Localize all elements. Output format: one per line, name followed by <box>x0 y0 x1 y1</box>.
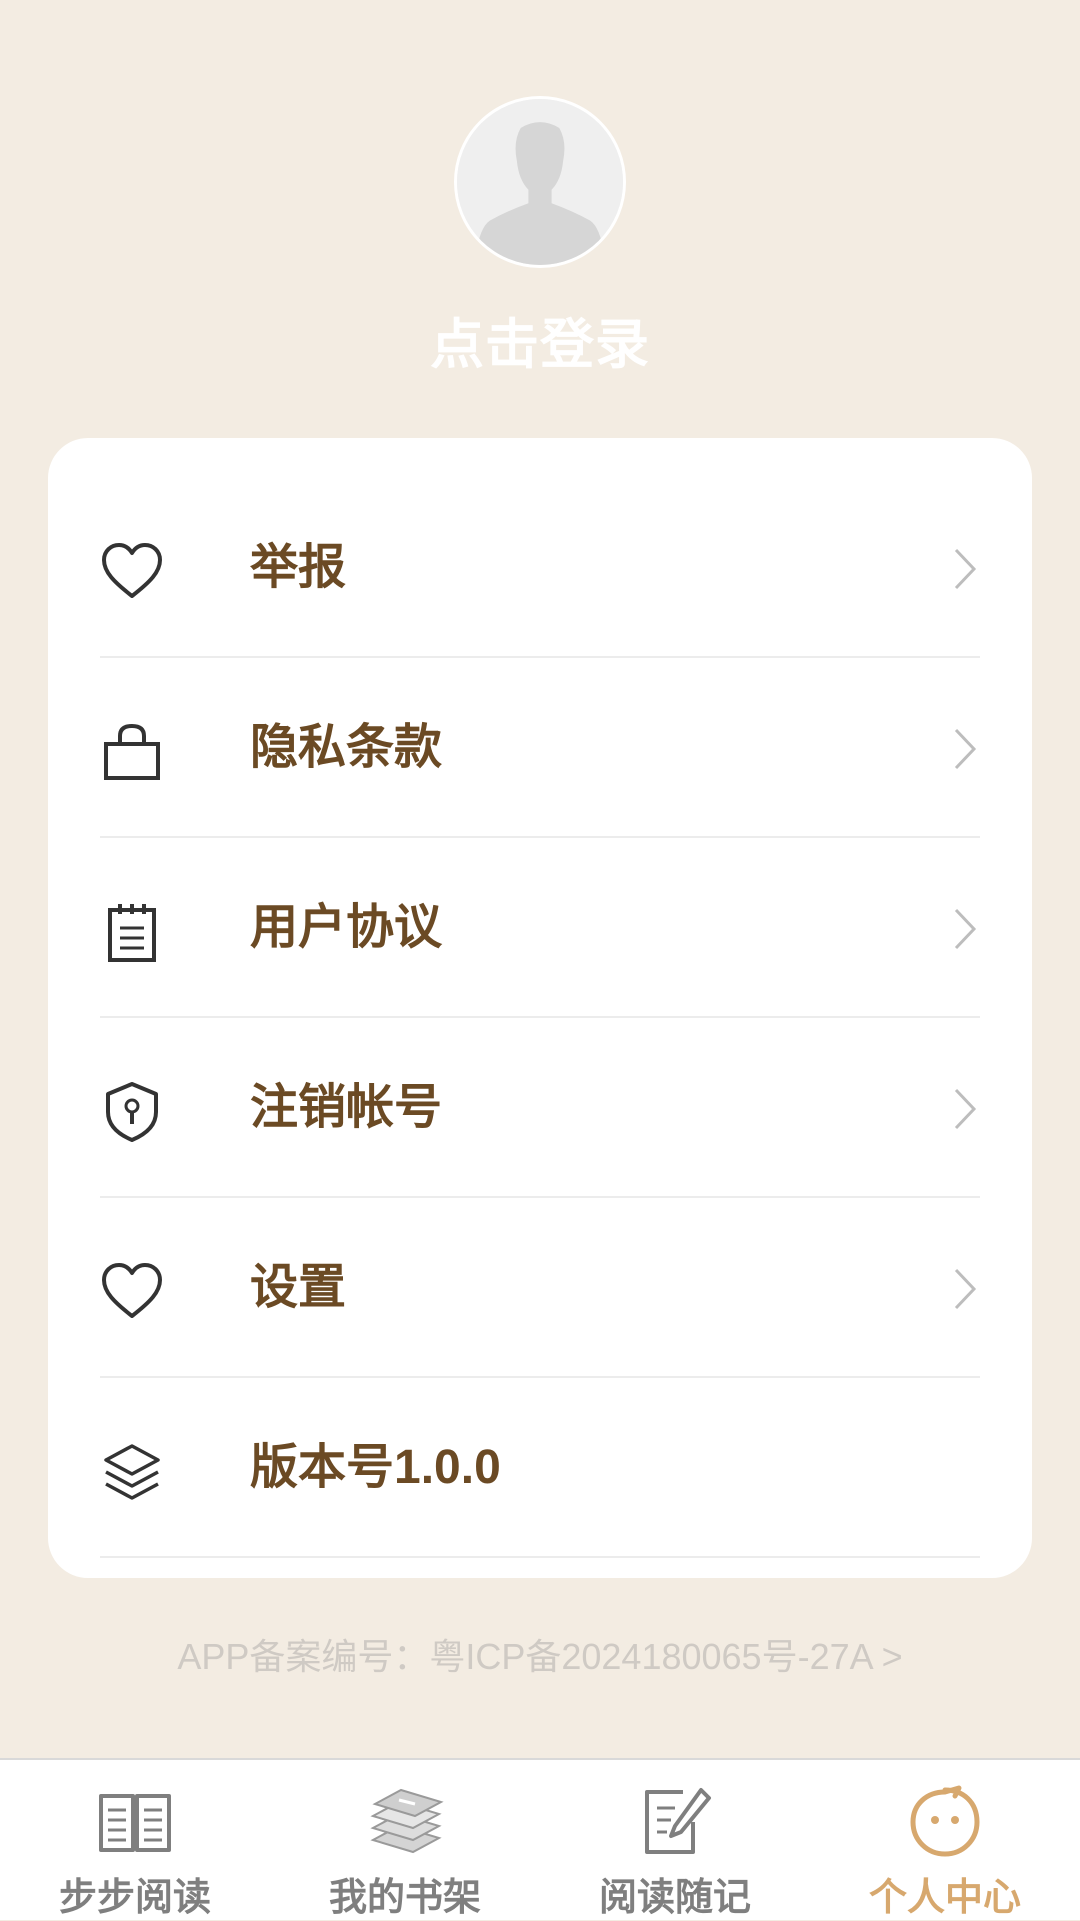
tab-notes[interactable]: 阅读随记 <box>540 1760 810 1920</box>
tab-label: 个人中心 <box>868 1877 1021 1919</box>
bottom-tab-bar: 步步阅读 我的书架 阅读随记 个人中心 <box>0 1758 1080 1920</box>
layers-icon <box>100 1440 164 1504</box>
smiley-face-icon <box>905 1782 985 1862</box>
chevron-right-icon <box>950 1086 980 1132</box>
tab-bookshelf[interactable]: 我的书架 <box>270 1760 540 1920</box>
menu-item-label: 举报 <box>250 541 347 594</box>
menu-item-report[interactable]: 举报 <box>100 478 980 658</box>
login-button[interactable]: 点击登录 <box>0 300 1080 379</box>
profile-header: 点击登录 <box>0 0 1080 420</box>
default-avatar-icon <box>457 99 623 265</box>
tab-label: 步步阅读 <box>58 1877 211 1919</box>
bag-icon <box>100 720 164 784</box>
menu-item-privacy[interactable]: 隐私条款 <box>100 658 980 838</box>
edit-note-icon <box>635 1782 715 1862</box>
chevron-right-icon <box>950 726 980 772</box>
heart-icon <box>100 540 164 604</box>
tab-label: 阅读随记 <box>598 1877 751 1919</box>
icp-registration-link[interactable]: APP备案编号：粤ICP备2024180065号-27A > <box>0 1628 1080 1680</box>
avatar[interactable] <box>454 96 626 268</box>
tab-label: 我的书架 <box>328 1877 481 1919</box>
menu-item-version: 版本号1.0.0 <box>100 1378 980 1558</box>
menu-item-delete-account[interactable]: 注销帐号 <box>100 1018 980 1198</box>
chevron-right-icon <box>950 1266 980 1312</box>
menu-item-label: 设置 <box>250 1261 347 1314</box>
menu-item-user-agreement[interactable]: 用户协议 <box>100 838 980 1018</box>
tab-profile[interactable]: 个人中心 <box>810 1760 1080 1920</box>
menu-item-label: 注销帐号 <box>250 1081 443 1134</box>
tab-read[interactable]: 步步阅读 <box>0 1760 270 1920</box>
menu-item-label: 隐私条款 <box>250 721 443 774</box>
open-book-icon <box>95 1782 175 1862</box>
menu-card: 举报 隐私条款 用户协议 注销帐号 设置 版本号1.0.0 <box>48 438 1032 1578</box>
chevron-right-icon <box>950 906 980 952</box>
menu-item-settings[interactable]: 设置 <box>100 1198 980 1378</box>
menu-item-label: 用户协议 <box>250 901 443 954</box>
chevron-right-icon <box>950 546 980 592</box>
book-stack-icon <box>365 1782 445 1862</box>
heart-icon <box>100 1260 164 1324</box>
shield-lock-icon <box>100 1080 164 1144</box>
version-label: 版本号1.0.0 <box>250 1441 501 1494</box>
notepad-icon <box>100 900 164 964</box>
